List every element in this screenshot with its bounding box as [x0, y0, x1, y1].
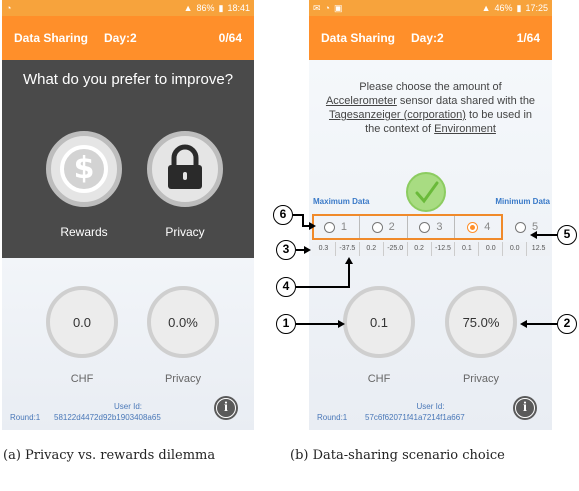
annotation-5: 5	[557, 225, 577, 245]
status-bar: ◔ ▲ 86% ▮ 18:41	[2, 0, 254, 16]
day-indicator: Day:2	[411, 31, 444, 45]
progress-count: 1/64	[516, 31, 540, 45]
clock: 17:25	[525, 3, 548, 13]
app-bar: Data Sharing Day:2 1/64	[309, 16, 552, 60]
dilemma-question: What do you prefer to improve?	[22, 71, 234, 88]
battery-icon: ▮	[218, 2, 224, 13]
rewards-choice-button[interactable]: $	[46, 131, 122, 207]
arrowhead-icon	[309, 222, 316, 230]
caption-b: (b) Data-sharing scenario choice	[290, 448, 505, 463]
annotation-1: 1	[276, 314, 296, 334]
phone-screenshot-a: ◔ ▲ 86% ▮ 18:41 Data Sharing Day:2 0/64 …	[2, 0, 254, 430]
app-bar: Data Sharing Day:2 0/64	[2, 16, 254, 60]
chf-label: CHF	[70, 373, 94, 385]
annotation-3: 3	[276, 240, 296, 260]
option-value: -25.0	[384, 242, 408, 256]
dollar-icon: $	[60, 145, 108, 193]
privacy-gauge: 0.0%	[147, 286, 219, 358]
annotation-2-arrow	[526, 323, 557, 325]
clock: 18:41	[227, 3, 250, 13]
phone-screenshot-b: ✉ ◔ ▣ ▲ 46% ▮ 17:25 Data Sharing Day:2 1…	[309, 0, 552, 430]
gallery-icon: ▣	[333, 2, 343, 13]
progress-count: 0/64	[218, 31, 242, 45]
app-title: Data Sharing	[14, 31, 89, 45]
user-id-value: 57c6f62071f41a7214f1a667	[365, 413, 465, 422]
privacy-choice-button[interactable]	[147, 131, 223, 207]
round-label: Round:1	[317, 413, 348, 422]
rewards-label: Rewards	[60, 225, 108, 239]
battery-level: 86%	[196, 3, 215, 13]
chf-gauge: 0.0	[46, 286, 118, 358]
annotation-1-arrow	[296, 323, 339, 325]
annotation-4: 4	[276, 277, 296, 297]
prompt-text: sensor data shared with the	[396, 95, 536, 107]
chf-value: 0.0	[72, 314, 92, 330]
user-id-value: 58122d4472d92b1903408a65	[54, 413, 161, 422]
status-bar: ✉ ◔ ▣ ▲ 46% ▮ 17:25	[309, 0, 552, 16]
arrowhead-icon	[338, 320, 345, 328]
battery-level: 46%	[494, 3, 513, 13]
option-value: -12.5	[432, 242, 456, 256]
round-label: Round:1	[10, 413, 41, 422]
annotation-4-arrow	[348, 262, 350, 288]
privacy-gauge: 75.0%	[445, 286, 517, 358]
arrowhead-icon	[304, 246, 311, 254]
battery-icon: ▮	[516, 2, 522, 13]
radio-icon	[515, 221, 527, 233]
options-highlight-box	[312, 214, 503, 240]
option-value: 0.2	[408, 242, 432, 256]
annotation-2: 2	[557, 314, 577, 334]
annotation-6: 6	[273, 205, 293, 225]
option-value: 0.0	[479, 242, 504, 256]
lock-icon	[168, 144, 202, 189]
privacy-value: 75.0%	[462, 314, 500, 330]
option-values-row: 0.3 -37.5 0.2 -25.0 0.2 -12.5 0.1 0.0 0.…	[312, 242, 550, 256]
annotation-4-arrow	[296, 286, 349, 288]
prompt-text: Please choose the amount of	[359, 81, 502, 93]
option-value: 12.5	[531, 245, 546, 252]
annotation-5-arrow	[536, 234, 557, 236]
notification-icon: ◔	[324, 3, 330, 13]
notification-icon: ◔	[6, 3, 12, 13]
chf-gauge: 0.1	[343, 286, 415, 358]
privacy-value: 0.0%	[168, 314, 198, 330]
confirm-button[interactable]	[406, 172, 446, 212]
option-value: 0.2	[360, 242, 384, 256]
scenario-prompt: Please choose the amount of Acceleromete…	[325, 80, 536, 136]
chf-label: CHF	[367, 373, 391, 385]
day-indicator: Day:2	[104, 31, 137, 45]
option-value: 0.0	[503, 242, 528, 256]
mail-icon: ✉	[313, 2, 321, 13]
caption-a: (a) Privacy vs. rewards dilemma	[3, 448, 216, 463]
context-link[interactable]: Environment	[434, 123, 496, 135]
arrowhead-icon	[345, 257, 353, 264]
app-title: Data Sharing	[321, 31, 396, 45]
option-value: 0.3	[312, 242, 336, 256]
minimum-data-label: Minimum Data	[495, 197, 550, 206]
info-icon[interactable]: i	[214, 396, 238, 420]
option-value: -37.5	[336, 242, 360, 256]
info-icon[interactable]: i	[513, 396, 537, 420]
privacy-metric-label: Privacy	[462, 373, 500, 385]
signal-icon: ▲	[183, 3, 193, 13]
signal-icon: ▲	[481, 3, 491, 13]
sensor-link[interactable]: Accelerometer	[326, 95, 397, 107]
chf-value: 0.1	[369, 314, 389, 330]
checkmark-icon	[415, 181, 439, 204]
option-value: 0.1	[455, 242, 480, 256]
organization-link[interactable]: Tagesanzeiger (corporation)	[329, 109, 466, 121]
maximum-data-label: Maximum Data	[313, 197, 370, 206]
privacy-metric-label: Privacy	[164, 373, 202, 385]
privacy-label: Privacy	[165, 225, 205, 239]
